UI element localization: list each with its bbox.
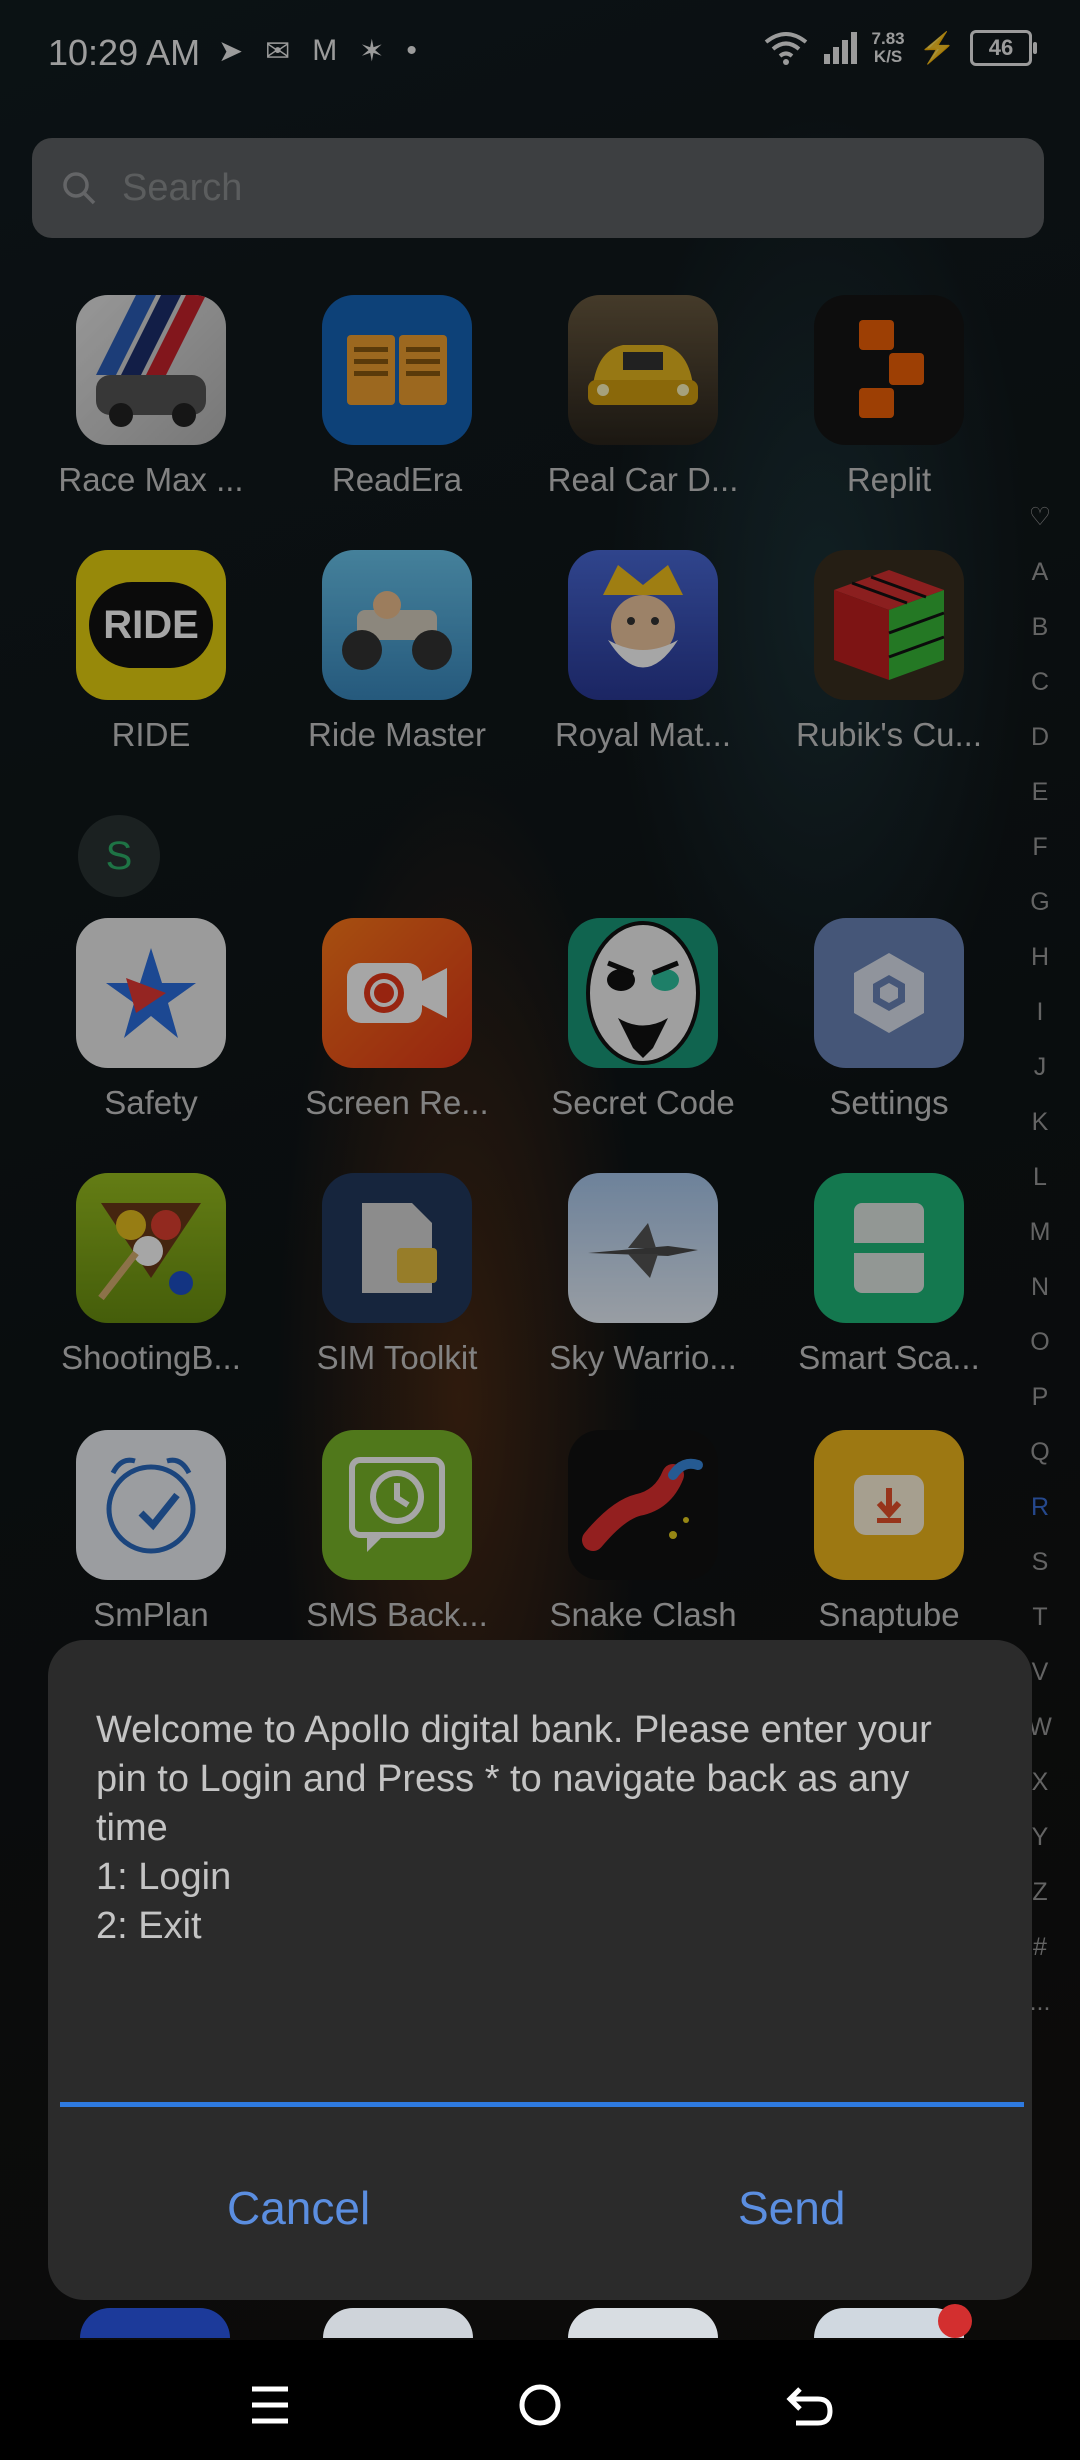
partial-app-icon: [323, 2308, 473, 2338]
back-icon[interactable]: [780, 2375, 840, 2435]
dialog-message: Welcome to Apollo digital bank. Please e…: [96, 1709, 932, 1947]
partial-app-icon: [568, 2308, 718, 2338]
navigation-bar: [0, 2340, 1080, 2460]
send-button[interactable]: Send: [732, 2180, 851, 2236]
cancel-button[interactable]: Cancel: [221, 2180, 376, 2236]
menu-icon[interactable]: [240, 2375, 300, 2435]
pin-input[interactable]: [60, 2050, 1024, 2107]
ussd-dialog: Welcome to Apollo digital bank. Please e…: [48, 1640, 1032, 2300]
partial-app-icon: [80, 2308, 230, 2338]
notification-badge: [938, 2304, 972, 2338]
home-icon[interactable]: [510, 2375, 570, 2435]
